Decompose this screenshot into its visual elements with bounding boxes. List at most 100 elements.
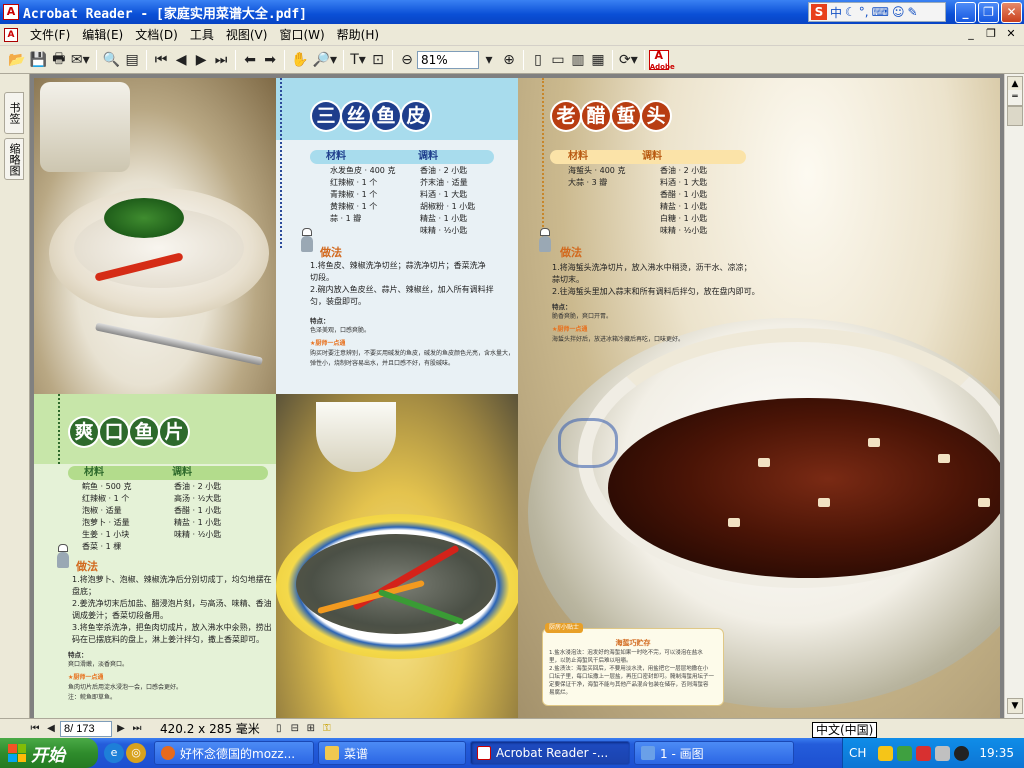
navigation-pane-tabs: 书签 缩略图 <box>0 74 30 718</box>
taskbar-item-firefox[interactable]: 好怀念德国的mozz... <box>154 741 314 765</box>
fit-width-icon[interactable]: ▥ <box>568 49 588 71</box>
moon-icon[interactable]: ☾ <box>845 5 856 19</box>
antivirus-icon[interactable] <box>916 745 932 761</box>
toolbar-separator <box>522 49 524 70</box>
fit-page-icon[interactable]: ▭ <box>548 49 568 71</box>
tools-icon[interactable]: ✎ <box>907 5 917 19</box>
email-icon[interactable]: ✉▾ <box>69 49 92 71</box>
doc-close-button[interactable]: ✕ <box>1002 26 1020 42</box>
network-icon[interactable] <box>897 745 913 761</box>
doc-minimize-button[interactable]: _ <box>962 26 980 42</box>
forward-icon[interactable]: ➡ <box>260 49 280 71</box>
seasonings-list: 香油 · 2 小匙 芥末油 · 适量 料酒 · 1 大匙 胡椒粉 · 1 小匙 … <box>420 166 476 235</box>
last-page-icon[interactable]: ⏭ <box>211 49 231 71</box>
taskbar-item-paint[interactable]: 1 - 画图 <box>634 741 794 765</box>
bowl-pattern-image <box>558 418 618 468</box>
document-icon[interactable]: A <box>4 27 18 42</box>
volume-icon[interactable] <box>935 745 951 761</box>
menu-window[interactable]: 窗口(W) <box>273 26 330 43</box>
split-handle[interactable]: ═ <box>1007 90 1023 106</box>
user-icon[interactable]: ☺ <box>892 5 905 19</box>
toolbar-separator <box>643 49 645 70</box>
minimize-button[interactable]: _ <box>955 2 976 23</box>
next-page-icon[interactable]: ▶ <box>191 49 211 71</box>
tab-thumbnails[interactable]: 缩略图 <box>4 138 24 180</box>
ime-toolbar[interactable]: S 中 ☾ °, ⌨ ☺ ✎ <box>808 2 946 22</box>
close-button[interactable]: ✕ <box>1001 2 1022 23</box>
actual-size-icon[interactable]: ▯ <box>528 49 548 71</box>
save-icon[interactable]: 💾 <box>27 49 48 71</box>
page-number-input[interactable] <box>60 720 112 737</box>
language-tooltip: 中文(中国) <box>812 722 878 738</box>
ingredients-list: 水发鱼皮 · 400 克 红辣椒 · 1 个 青辣椒 · 1 个 黄辣椒 · 1… <box>330 166 396 223</box>
zoom-tool-icon[interactable]: 🔎▾ <box>311 49 339 71</box>
ie-icon[interactable]: e <box>104 743 124 763</box>
method-steps: 1.将海蜇头洗净切片，放入沸水中稍烫，沥干水、凉凉； 蒜切末。 2.往海蜇头里加… <box>552 263 760 296</box>
shield-icon[interactable] <box>878 745 894 761</box>
ingredients-list: 海蜇头 · 400 克 大蒜 · 3 瓣 <box>568 166 626 187</box>
menu-file[interactable]: 文件(F) <box>24 26 76 43</box>
reflow-icon[interactable]: ▦ <box>588 49 608 71</box>
dish-photo-fish-slices <box>276 394 521 718</box>
teacup-image <box>40 82 130 172</box>
toolbar-separator <box>342 49 344 70</box>
adobe-logo-icon[interactable]: A Adobe <box>648 49 675 71</box>
rotate-icon[interactable]: ⟳▾ <box>617 49 640 71</box>
explorer-icon[interactable]: ◎ <box>126 743 146 763</box>
window-title: Acrobat Reader - [家庭实用菜谱大全.pdf] <box>23 6 308 22</box>
zoom-dropdown-icon[interactable]: ▾ <box>479 49 499 71</box>
open-icon[interactable]: 📂 <box>6 49 27 71</box>
keyboard-icon[interactable]: ⌨ <box>872 5 889 19</box>
snapshot-icon[interactable]: ⊡ <box>368 49 388 71</box>
taskbar-item-folder[interactable]: 菜谱 <box>318 741 466 765</box>
single-page-icon[interactable]: ▯ <box>272 721 286 737</box>
title-bar[interactable]: A Acrobat Reader - [家庭实用菜谱大全.pdf] S 中 ☾ … <box>0 0 1024 24</box>
scroll-thumb[interactable] <box>1007 106 1023 126</box>
messenger-icon[interactable] <box>954 745 970 761</box>
continuous-icon[interactable]: ⊟ <box>288 721 302 737</box>
back-icon[interactable]: ⬅ <box>240 49 260 71</box>
folder-icon <box>325 746 339 760</box>
dotted-line <box>280 78 282 248</box>
first-page-icon[interactable]: ⏮ <box>151 49 171 71</box>
garlic-piece-image <box>868 438 880 447</box>
key-icon[interactable]: ⚿ <box>320 721 334 737</box>
menu-help[interactable]: 帮助(H) <box>331 26 385 43</box>
kitchen-tip-box: 厨房小贴士 海蜇巧贮存 1.盐水浸泡法：泡发好的海蜇如果一时吃不完，可以浸泡在盐… <box>542 623 724 706</box>
garlic-piece-image <box>758 458 770 467</box>
prev-page-button-icon[interactable]: ◀ <box>44 721 58 737</box>
print-icon[interactable]: 🖶 <box>49 49 69 71</box>
start-button[interactable]: 开始 <box>0 738 98 768</box>
doc-restore-button[interactable]: ❐ <box>982 26 1000 42</box>
menu-view[interactable]: 视图(V) <box>220 26 274 43</box>
taskbar-item-acrobat[interactable]: Acrobat Reader -... <box>470 741 630 765</box>
previous-page-icon[interactable]: ◀ <box>171 49 191 71</box>
menu-tools[interactable]: 工具 <box>184 26 220 43</box>
page-size-readout: 420.2 x 285 毫米 <box>160 722 260 736</box>
ime-punct-toggle[interactable]: °, <box>859 5 869 19</box>
first-page-button-icon[interactable]: ⏮ <box>28 721 42 737</box>
menu-document[interactable]: 文档(D) <box>129 26 184 43</box>
toolbar-separator <box>95 49 97 70</box>
vertical-scrollbar[interactable]: ▲ ═ ▼ <box>1004 74 1024 718</box>
toolbar-separator <box>391 49 393 70</box>
sogou-icon[interactable]: S <box>811 4 827 20</box>
next-page-button-icon[interactable]: ▶ <box>114 721 128 737</box>
last-page-button-icon[interactable]: ⏭ <box>130 721 144 737</box>
zoom-in-icon[interactable]: ⊕ <box>499 49 519 71</box>
tab-bookmarks[interactable]: 书签 <box>4 92 24 134</box>
text-select-icon[interactable]: T▾ <box>348 49 368 71</box>
zoom-input[interactable] <box>416 50 479 69</box>
zoom-out-icon[interactable]: ⊖ <box>397 49 417 71</box>
hand-tool-icon[interactable]: ✋ <box>289 49 310 71</box>
clock[interactable]: 19:35 <box>979 746 1014 760</box>
restore-button[interactable]: ❐ <box>978 2 999 23</box>
menu-edit[interactable]: 编辑(E) <box>76 26 129 43</box>
document-view[interactable]: 三 丝 鱼 皮 材料 调料 水发鱼皮 · 400 克 红辣椒 · 1 个 青辣椒… <box>30 74 1004 718</box>
scroll-down-icon[interactable]: ▼ <box>1007 698 1023 714</box>
navigation-pane-icon[interactable]: ▤ <box>122 49 142 71</box>
ime-chinese-toggle[interactable]: 中 <box>830 4 842 21</box>
continuous-facing-icon[interactable]: ⊞ <box>304 721 318 737</box>
language-indicator[interactable]: CH <box>849 746 866 760</box>
search-icon[interactable]: 🔍 <box>101 49 122 71</box>
